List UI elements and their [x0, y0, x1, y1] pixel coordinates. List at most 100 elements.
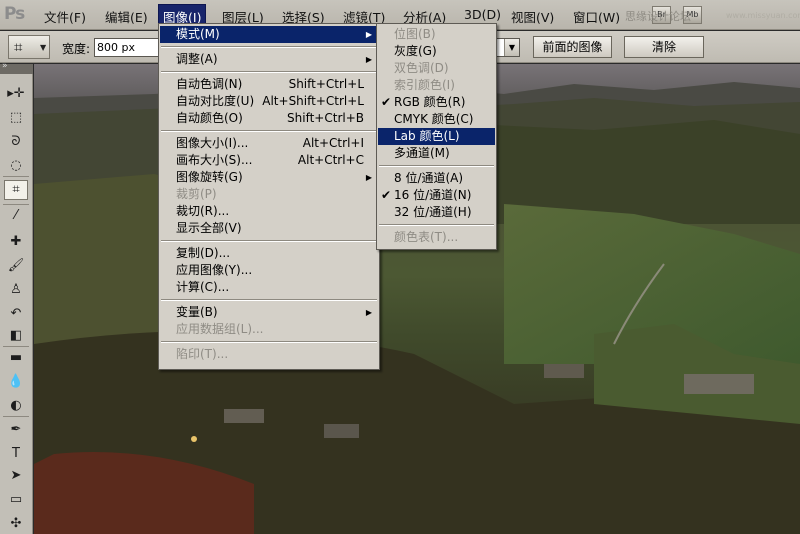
menu-item-label: 应用数据组(L)... — [176, 322, 264, 336]
move-icon: ▸✛ — [7, 86, 25, 101]
shape-tool[interactable]: ▭ — [4, 490, 28, 510]
menu-item-trap: 陷印(T)... — [160, 346, 378, 363]
width-label: 宽度: — [62, 42, 91, 56]
menu-item-mode[interactable]: 模式(M) ▶ — [160, 26, 378, 43]
menu-item-8-bit[interactable]: 8 位/通道(A) — [378, 170, 495, 187]
menu-separator — [161, 46, 377, 48]
3d-rotate-tool[interactable]: ✣ — [4, 514, 28, 534]
submenu-arrow-icon: ▶ — [365, 173, 372, 182]
path-select-tool[interactable]: ➤ — [4, 466, 28, 486]
menu-item-canvas-size[interactable]: 画布大小(S)... Alt+Ctrl+C — [160, 152, 378, 169]
menu-item-adjustments[interactable]: 调整(A) ▶ — [160, 51, 378, 68]
pen-tool[interactable]: ✒ — [4, 420, 28, 440]
blur-tool[interactable]: 💧 — [4, 372, 28, 392]
checkmark-icon: ✔ — [381, 95, 392, 109]
menu-item-apply-image[interactable]: 应用图像(Y)... — [160, 262, 378, 279]
history-brush-icon: ↶ — [10, 306, 22, 321]
watermark-url: www.missyuan.com — [726, 11, 800, 20]
menu-item-label: 16 位/通道(N) — [394, 188, 472, 202]
menu-item-label: 自动颜色(O) — [176, 111, 243, 125]
menu-item-image-size[interactable]: 图像大小(I)... Alt+Ctrl+I — [160, 135, 378, 152]
crop-icon: ⌗ — [14, 38, 23, 56]
photoshop-logo: Ps — [4, 4, 25, 24]
menu-window[interactable]: 窗口(W) — [573, 7, 620, 26]
menu-item-label: 画布大小(S)... — [176, 153, 253, 167]
move-tool[interactable]: ▸✛ — [4, 84, 28, 104]
image-menu-dropdown: 模式(M) ▶ 调整(A) ▶ 自动色调(N) Shift+Ctrl+L 自动对比度(U) A… — [158, 23, 380, 370]
menu-item-variables[interactable]: 变量(B) ▶ — [160, 304, 378, 321]
menu-separator — [379, 224, 494, 226]
healing-brush-tool[interactable]: ✚ — [4, 232, 28, 252]
menu-item-shortcut: Alt+Ctrl+C — [297, 153, 364, 167]
watermark-text: 思缘设计论坛 — [625, 10, 691, 23]
menu-item-label: 自动色调(N) — [176, 77, 243, 91]
menu-file[interactable]: 文件(F) — [44, 7, 86, 26]
submenu-arrow-icon: ▶ — [365, 30, 372, 39]
menu-item-16-bit[interactable]: ✔ 16 位/通道(N) — [378, 187, 495, 204]
menu-item-label: 灰度(G) — [394, 44, 437, 58]
submenu-arrow-icon: ▶ — [365, 55, 372, 64]
clone-stamp-icon: ♙ — [10, 282, 22, 297]
history-brush-tool[interactable]: ↶ — [4, 304, 28, 324]
menu-item-reveal-all[interactable]: 显示全部(V) — [160, 220, 378, 237]
menu-item-lab-color[interactable]: Lab 颜色(L) — [378, 128, 495, 145]
crop-tool[interactable]: ⌗ — [4, 180, 28, 200]
clone-stamp-tool[interactable]: ♙ — [4, 280, 28, 300]
tool-divider — [3, 346, 29, 347]
menu-3d[interactable]: 3D(D) — [464, 7, 501, 22]
menu-item-rgb-color[interactable]: ✔ RGB 颜色(R) — [378, 94, 495, 111]
eyedropper-tool[interactable]: ⁄ — [4, 206, 28, 226]
menu-item-multichannel[interactable]: 多通道(M) — [378, 145, 495, 162]
menu-item-duplicate[interactable]: 复制(D)... — [160, 245, 378, 262]
submenu-arrow-icon: ▶ — [365, 308, 372, 317]
menu-item-label: 裁剪(P) — [176, 187, 217, 201]
menu-item-label: 图像旋转(G) — [176, 170, 243, 184]
menu-item-apply-data-set: 应用数据组(L)... — [160, 321, 378, 338]
width-input[interactable] — [94, 38, 160, 57]
chevron-down-icon: ▼ — [40, 43, 47, 52]
menu-item-label: 32 位/通道(H) — [394, 205, 472, 219]
menu-item-label: 显示全部(V) — [176, 221, 242, 235]
menu-item-label: 调整(A) — [176, 52, 218, 66]
brush-tool[interactable]: 🖌 — [4, 256, 28, 276]
quick-select-icon: ◌ — [10, 158, 22, 173]
gradient-tool[interactable]: ▬ — [4, 348, 28, 368]
menu-item-auto-color[interactable]: 自动颜色(O) Shift+Ctrl+B — [160, 110, 378, 127]
menu-item-label: 裁切(R)... — [176, 204, 230, 218]
menu-item-indexed-color: 索引颜色(I) — [378, 77, 495, 94]
menu-view[interactable]: 视图(V) — [511, 7, 554, 26]
menu-item-image-rotation[interactable]: 图像旋转(G) ▶ — [160, 169, 378, 186]
marquee-tool[interactable]: ⬚ — [4, 108, 28, 128]
menu-item-shortcut: Shift+Ctrl+B — [287, 111, 364, 125]
gradient-icon: ▬ — [9, 350, 23, 365]
clear-button[interactable]: 清除 — [624, 36, 704, 58]
menu-item-color-table: 颜色表(T)... — [378, 229, 495, 246]
quick-select-tool[interactable]: ◌ — [4, 156, 28, 176]
menu-item-auto-contrast[interactable]: 自动对比度(U) Alt+Shift+Ctrl+L — [160, 93, 378, 110]
menu-item-grayscale[interactable]: 灰度(G) — [378, 43, 495, 60]
menu-edit[interactable]: 编辑(E) — [105, 7, 148, 26]
menu-item-auto-tone[interactable]: 自动色调(N) Shift+Ctrl+L — [160, 76, 378, 93]
menu-item-cmyk-color[interactable]: CMYK 颜色(C) — [378, 111, 495, 128]
menu-item-label: RGB 颜色(R) — [394, 95, 466, 109]
dodge-icon: ◐ — [10, 398, 22, 413]
lasso-tool[interactable]: ᘐ — [4, 132, 28, 152]
menu-item-label: 位图(B) — [394, 27, 436, 41]
healing-brush-icon: ✚ — [10, 234, 22, 249]
tool-preset-picker[interactable]: ⌗ ▼ — [8, 35, 50, 59]
type-tool[interactable]: T — [4, 444, 28, 464]
menu-item-label: 变量(B) — [176, 305, 218, 319]
menu-item-trim[interactable]: 裁切(R)... — [160, 203, 378, 220]
menu-item-label: 索引颜色(I) — [394, 78, 455, 92]
eraser-tool[interactable]: ◧ — [4, 326, 28, 346]
tools-panel-header[interactable]: » — [0, 61, 33, 74]
menu-item-duotone: 双色调(D) — [378, 60, 495, 77]
3d-rotate-icon: ✣ — [10, 516, 22, 531]
marquee-icon: ⬚ — [9, 110, 23, 125]
menu-item-label: 8 位/通道(A) — [394, 171, 464, 185]
menu-item-calculations[interactable]: 计算(C)... — [160, 279, 378, 296]
menu-item-32-bit[interactable]: 32 位/通道(H) — [378, 204, 495, 221]
dodge-tool[interactable]: ◐ — [4, 396, 28, 416]
blur-icon: 💧 — [7, 374, 25, 389]
front-image-button[interactable]: 前面的图像 — [533, 36, 612, 58]
